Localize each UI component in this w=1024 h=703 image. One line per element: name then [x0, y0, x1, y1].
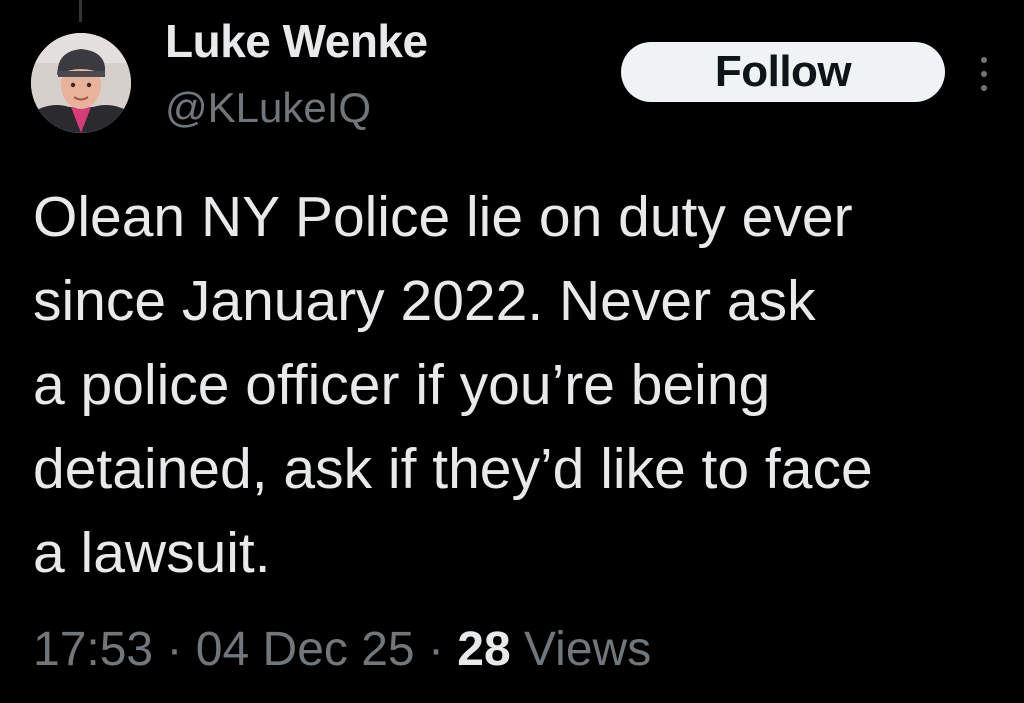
meta-separator: ·: [166, 623, 183, 676]
tweet-meta: 17:53 · 04 Dec 25 · 28 Views: [33, 622, 651, 677]
user-avatar-icon: [31, 33, 131, 133]
views-count[interactable]: 28: [457, 623, 510, 676]
avatar[interactable]: [31, 33, 131, 133]
author-handle[interactable]: @KLukeIQ: [165, 84, 371, 132]
tweet-date[interactable]: 04 Dec 25: [196, 623, 415, 676]
tweet-text: Olean NY Police lie on duty ever since J…: [33, 185, 873, 585]
views-label: Views: [524, 623, 652, 676]
follow-button[interactable]: Follow: [621, 42, 945, 102]
tweet-time[interactable]: 17:53: [33, 623, 153, 676]
meta-separator: ·: [427, 623, 444, 676]
author-display-name[interactable]: Luke Wenke: [165, 14, 428, 68]
more-vertical-icon[interactable]: [976, 54, 992, 94]
thread-connector-line: [79, 0, 82, 22]
